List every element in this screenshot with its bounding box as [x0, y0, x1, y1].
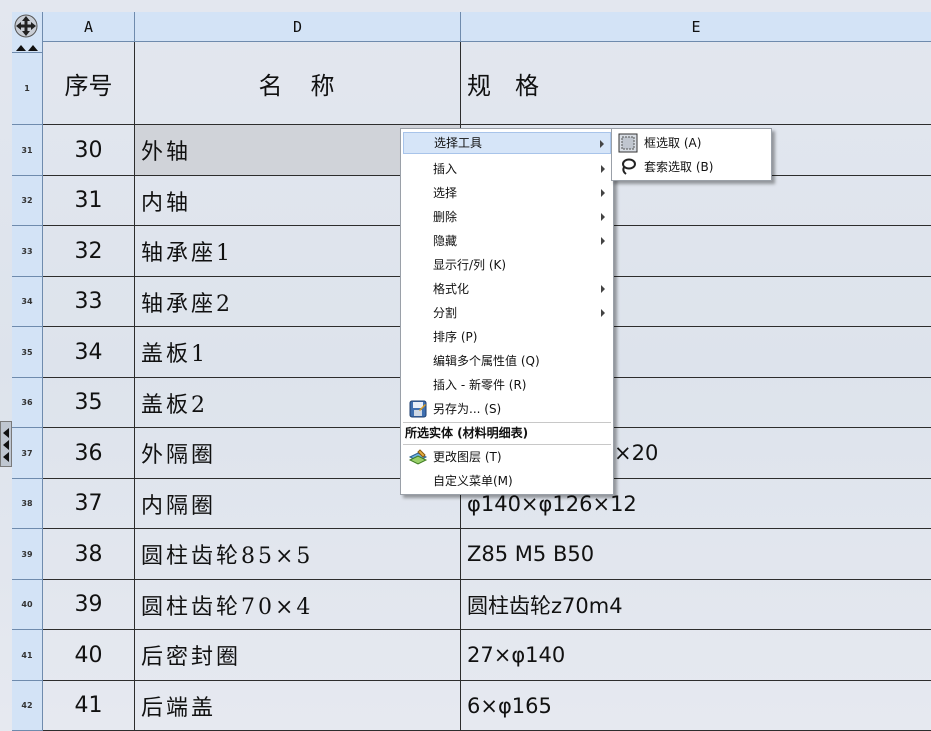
- menu-item-delete[interactable]: 删除: [403, 206, 611, 228]
- menu-item-format[interactable]: 格式化: [403, 278, 611, 300]
- layers-icon: [408, 449, 428, 465]
- menu-label: 另存为... (S): [433, 402, 502, 416]
- row-header[interactable]: 41: [12, 630, 43, 681]
- expand-left-icon: [3, 428, 9, 462]
- menu-label: 隐藏: [433, 234, 458, 248]
- menu-label: 删除: [433, 210, 458, 224]
- row-header[interactable]: 33: [12, 226, 43, 277]
- submenu-arrow-icon: [601, 237, 605, 245]
- row-header[interactable]: 42: [12, 681, 43, 731]
- row-header[interactable]: 38: [12, 479, 43, 529]
- header-seq: 序号: [43, 42, 135, 125]
- cell-name[interactable]: 圆柱齿轮70×4: [135, 580, 461, 630]
- menu-item-insert[interactable]: 插入: [403, 158, 611, 180]
- side-expand-handle[interactable]: [0, 421, 12, 467]
- submenu-arrow-icon: [601, 165, 605, 173]
- cell-name[interactable]: 后端盖: [135, 681, 461, 731]
- submenu-item-box-select[interactable]: 框选取 (A): [614, 132, 769, 154]
- column-header-e[interactable]: E: [461, 12, 931, 42]
- table-move-handle[interactable]: [12, 12, 43, 53]
- menu-section-title: 所选实体 (材料明细表): [405, 426, 529, 440]
- menu-item-split[interactable]: 分割: [403, 302, 611, 324]
- menu-item-hide[interactable]: 隐藏: [403, 230, 611, 252]
- menu-label: 框选取 (A): [644, 136, 702, 150]
- cell-spec[interactable]: Z85 M5 B50: [461, 529, 931, 580]
- cell-seq[interactable]: 36: [43, 428, 135, 479]
- lasso-icon: [622, 158, 636, 175]
- submenu-arrow-icon: [600, 140, 604, 148]
- submenu-arrow-icon: [601, 189, 605, 197]
- move-icon: [14, 14, 38, 38]
- menu-label: 插入: [433, 162, 458, 176]
- context-menu: 选择工具 插入 选择 删除 隐藏 显示行/列 (K) 格式化 分割 排序 (P)…: [400, 128, 614, 495]
- menu-label: 套索选取 (B): [644, 160, 714, 174]
- menu-item-edit-props[interactable]: 编辑多个属性值 (Q): [403, 350, 611, 372]
- cell-seq[interactable]: 41: [43, 681, 135, 731]
- cell-seq[interactable]: 32: [43, 226, 135, 277]
- row-header[interactable]: 34: [12, 277, 43, 327]
- cell-seq[interactable]: 31: [43, 176, 135, 226]
- cell-seq[interactable]: 39: [43, 580, 135, 630]
- cell-spec[interactable]: 27×φ140: [461, 630, 931, 681]
- row-header[interactable]: 35: [12, 327, 43, 378]
- menu-label: 排序 (P): [433, 330, 478, 344]
- save-as-icon: [409, 400, 427, 418]
- menu-item-select[interactable]: 选择: [403, 182, 611, 204]
- menu-label: 选择工具: [434, 136, 483, 150]
- menu-item-show-row-col[interactable]: 显示行/列 (K): [403, 254, 611, 276]
- menu-label: 自定义菜单(M): [433, 474, 513, 488]
- cell-seq[interactable]: 38: [43, 529, 135, 580]
- select-tool-submenu: 框选取 (A) 套索选取 (B): [611, 128, 772, 181]
- menu-item-change-layer[interactable]: 更改图层 (T): [403, 446, 611, 468]
- row-header[interactable]: 39: [12, 529, 43, 580]
- menu-item-save-as[interactable]: 另存为... (S): [403, 398, 611, 420]
- menu-label: 选择: [433, 186, 458, 200]
- row-header[interactable]: 31: [12, 125, 43, 176]
- menu-label: 插入 - 新零件 (R): [433, 378, 527, 392]
- menu-separator: [403, 444, 611, 445]
- row-header[interactable]: 36: [12, 378, 43, 428]
- row-header-1[interactable]: 1: [12, 53, 43, 125]
- cell-seq[interactable]: 33: [43, 277, 135, 327]
- menu-item-select-tool[interactable]: 选择工具: [403, 132, 611, 154]
- column-header-d[interactable]: D: [135, 12, 461, 42]
- menu-label: 编辑多个属性值 (Q): [433, 354, 540, 368]
- cell-spec[interactable]: 6×φ165: [461, 681, 931, 731]
- row-header[interactable]: 37: [12, 428, 43, 479]
- cell-spec[interactable]: 圆柱齿轮z70m4: [461, 580, 931, 630]
- menu-label: 格式化: [433, 282, 470, 296]
- column-header-a[interactable]: A: [43, 12, 135, 42]
- submenu-arrow-icon: [601, 285, 605, 293]
- cell-seq[interactable]: 35: [43, 378, 135, 428]
- collapse-rows-icon[interactable]: [14, 44, 42, 52]
- box-select-icon: [618, 133, 638, 153]
- row-header[interactable]: 40: [12, 580, 43, 630]
- menu-label: 分割: [433, 306, 458, 320]
- cell-name[interactable]: 圆柱齿轮85×5: [135, 529, 461, 580]
- cell-seq[interactable]: 40: [43, 630, 135, 681]
- cell-name[interactable]: 后密封圈: [135, 630, 461, 681]
- menu-item-customize[interactable]: 自定义菜单(M): [403, 470, 611, 492]
- cell-seq[interactable]: 34: [43, 327, 135, 378]
- menu-label: 显示行/列 (K): [433, 258, 507, 272]
- cell-seq[interactable]: 37: [43, 479, 135, 529]
- row-header[interactable]: 32: [12, 176, 43, 226]
- menu-item-sort[interactable]: 排序 (P): [403, 326, 611, 348]
- header-name: 名 称: [135, 42, 461, 125]
- menu-item-insert-part[interactable]: 插入 - 新零件 (R): [403, 374, 611, 396]
- submenu-arrow-icon: [601, 309, 605, 317]
- submenu-item-lasso-select[interactable]: 套索选取 (B): [614, 156, 769, 178]
- submenu-arrow-icon: [601, 213, 605, 221]
- cell-seq[interactable]: 30: [43, 125, 135, 176]
- header-spec: 规 格: [461, 42, 931, 125]
- menu-label: 更改图层 (T): [433, 450, 502, 464]
